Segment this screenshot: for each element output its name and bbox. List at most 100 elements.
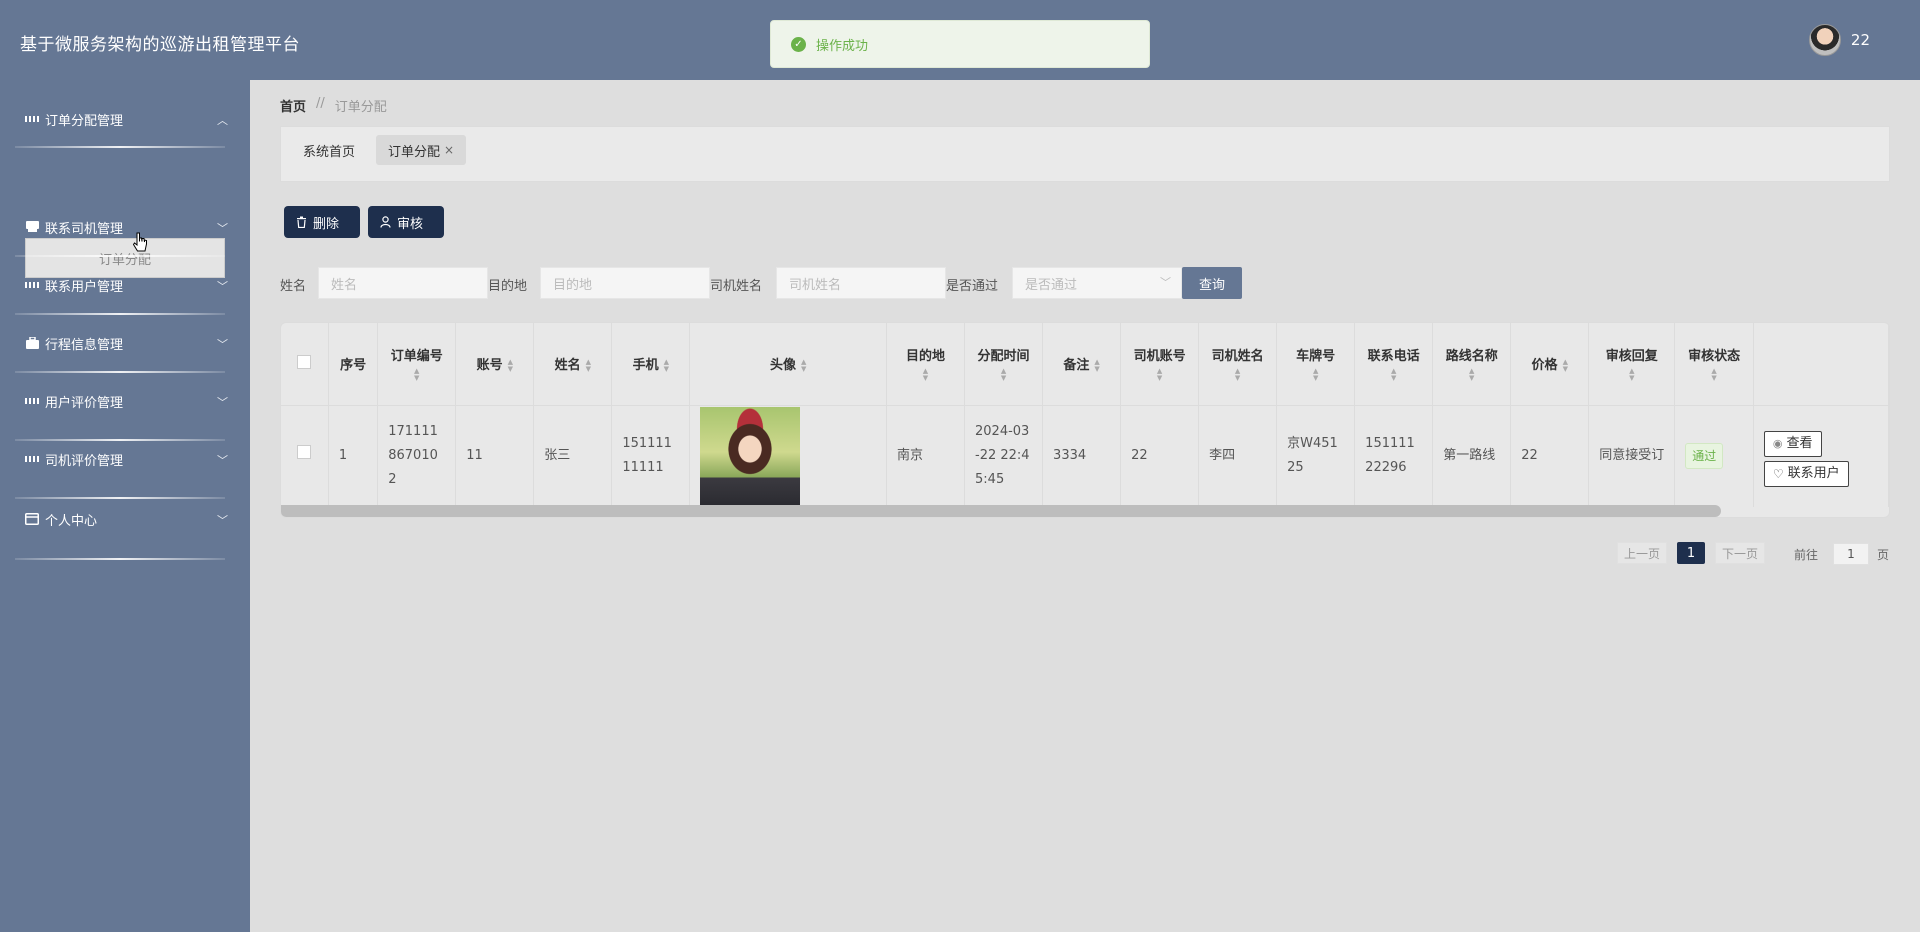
col-label: 审核回复 [1605,349,1658,365]
cell-driver-account: 22 [1120,405,1200,507]
col-contact-phone[interactable]: 联系电话 ▲ ▼ [1354,323,1434,406]
sidebar-item-contact-user[interactable]: 联系用户管理 ﹀ [0,265,250,305]
col-label: 姓名 [554,358,581,374]
tab-home[interactable]: 系统首页 [291,135,367,165]
delete-button[interactable]: 删除 [284,206,360,238]
sort-icon[interactable]: ▲ ▼ [1233,368,1243,382]
sort-icon[interactable]: ▲ ▼ [999,368,1009,382]
chevron-down-icon: ﹀ [217,396,228,409]
col-phone[interactable]: 手机 ▲ ▼ [611,323,691,406]
col-destination[interactable]: 目的地 ▲ ▼ [886,323,966,406]
chevron-down-icon: ﹀ [217,222,228,235]
destination-search-input[interactable]: 目的地 [540,267,710,299]
sidebar-item-driver-review[interactable]: 司机评价管理 ﹀ [0,439,250,479]
cell-phone: 15111111111 [611,405,691,507]
col-plate[interactable]: 车牌号 ▲ ▼ [1276,323,1356,406]
table-row[interactable]: 1 1711118670102 11 张三 15111111111 南京 202… [281,405,1889,507]
sort-icon[interactable]: ▲ ▼ [1155,368,1165,382]
sort-icon[interactable]: ▲ ▼ [1563,358,1568,373]
row-checkbox[interactable] [297,445,312,460]
col-route[interactable]: 路线名称 ▲ ▼ [1432,323,1512,406]
menu-divider [15,255,225,257]
col-driver-account[interactable]: 司机账号 ▲ ▼ [1120,323,1200,406]
query-button[interactable]: 查询 [1182,267,1242,299]
prev-page-button[interactable]: 上一页 [1617,542,1667,564]
contact-user-button[interactable]: ♡ 联系用户 [1763,460,1849,487]
sidebar-item-contact-driver[interactable]: 联系司机管理 ﹀ [0,207,250,247]
col-audit-reply[interactable]: 审核回复 ▲ ▼ [1588,323,1676,406]
audit-button-label: 审核 [397,216,424,232]
tab-order-assign[interactable]: 订单分配 × [376,135,467,165]
briefcase-icon [25,336,39,350]
col-label: 头像 [769,358,796,374]
col-label: 车牌号 [1296,349,1336,365]
view-button[interactable]: ◉ 查看 [1763,430,1822,457]
check-circle-icon: ✓ [791,36,806,52]
col-account[interactable]: 账号 ▲ ▼ [455,323,535,406]
username: 22 [1850,31,1870,49]
col-label: 司机姓名 [1211,349,1264,365]
goto-page-input[interactable]: 1 [1833,543,1869,565]
col-assign-time[interactable]: 分配时间 ▲ ▼ [964,323,1044,406]
driver-name-search-input[interactable]: 司机姓名 [776,267,946,299]
sidebar-item-label: 司机评价管理 [45,453,124,469]
sidebar-item-order-assign[interactable]: 订单分配管理 ︿ [0,99,250,139]
col-driver-name[interactable]: 司机姓名 ▲ ▼ [1198,323,1278,406]
cell-actions: ◉ 查看 ♡ 联系用户 [1753,405,1889,507]
grid-icon [25,394,39,408]
chevron-up-icon: ︿ [217,114,228,127]
sort-icon[interactable]: ▲ ▼ [801,358,806,373]
cell-index: 1 [328,405,379,507]
col-avatar[interactable]: 头像 ▲ ▼ [689,323,887,406]
breadcrumb-home[interactable]: 首页 [280,96,306,115]
sort-icon[interactable]: ▲ ▼ [412,368,422,382]
trash-icon [297,216,306,228]
sort-icon[interactable]: ▲ ▼ [1467,368,1477,382]
cell-avatar [689,405,887,507]
sidebar-item-label: 联系用户管理 [45,279,124,295]
menu-divider [15,146,225,148]
col-remark[interactable]: 备注 ▲ ▼ [1042,323,1122,406]
sort-icon[interactable]: ▲ ▼ [664,358,669,373]
sort-icon[interactable]: ▲ ▼ [508,358,513,373]
sidebar-item-user-review[interactable]: 用户评价管理 ﹀ [0,381,250,421]
avatar-photo[interactable] [700,406,801,507]
col-name[interactable]: 姓名 ▲ ▼ [533,323,613,406]
breadcrumb: 首页 // 订单分配 [280,96,387,115]
horizontal-scrollbar[interactable] [281,505,1721,517]
data-table: 序号 订单编号 ▲ ▼ 账号 ▲ ▼ 姓名 ▲ ▼ 手机 ▲ ▼ 头像 ▲ ▼ 目的地 ▲ ▼ 分配时间… [280,322,1890,518]
status-badge: 通过 [1685,443,1724,470]
user-avatar[interactable] [1808,24,1841,56]
pass-status-select[interactable]: 是否通过 ﹀ [1012,267,1182,299]
cell-price: 22 [1510,405,1590,507]
sort-icon[interactable]: ▲ ▼ [1627,368,1637,382]
sort-icon[interactable]: ▲ ▼ [921,368,931,382]
col-audit-status[interactable]: 审核状态 ▲ ▼ [1674,323,1754,406]
select-all-checkbox[interactable] [297,354,312,369]
page-suffix-label: 页 [1877,548,1890,562]
sort-icon[interactable]: ▲ ▼ [1094,358,1099,373]
audit-button[interactable]: 审核 [368,206,444,238]
cell-order-no: 1711118670102 [377,405,457,507]
search-label-name: 姓名 [280,279,307,294]
chevron-down-icon: ﹀ [1160,276,1171,289]
sort-icon[interactable]: ▲ ▼ [586,358,591,373]
cell-audit-reply: 同意接受订 [1588,405,1676,507]
sidebar-item-label: 联系司机管理 [45,221,124,237]
close-icon[interactable]: × [444,143,454,157]
name-search-input[interactable]: 姓名 [318,267,488,299]
contact-user-button-label: 联系用户 [1787,465,1840,481]
sidebar-item-personal-center[interactable]: 个人中心 ﹀ [0,499,250,539]
row-select-cell [281,405,329,507]
col-price[interactable]: 价格 ▲ ▼ [1510,323,1590,406]
cell-remark: 3334 [1042,405,1122,507]
sort-icon[interactable]: ▲ ▼ [1709,368,1719,382]
next-page-button[interactable]: 下一页 [1715,542,1765,564]
sort-icon[interactable]: ▲ ▼ [1311,368,1321,382]
page-number-current[interactable]: 1 [1677,542,1705,564]
user-menu[interactable]: 22 [1808,24,1870,56]
col-order-no[interactable]: 订单编号 ▲ ▼ [377,323,457,406]
sort-icon[interactable]: ▲ ▼ [1389,368,1399,382]
eye-icon: ◉ [1772,436,1783,450]
sidebar-item-trip-info[interactable]: 行程信息管理 ﹀ [0,323,250,363]
